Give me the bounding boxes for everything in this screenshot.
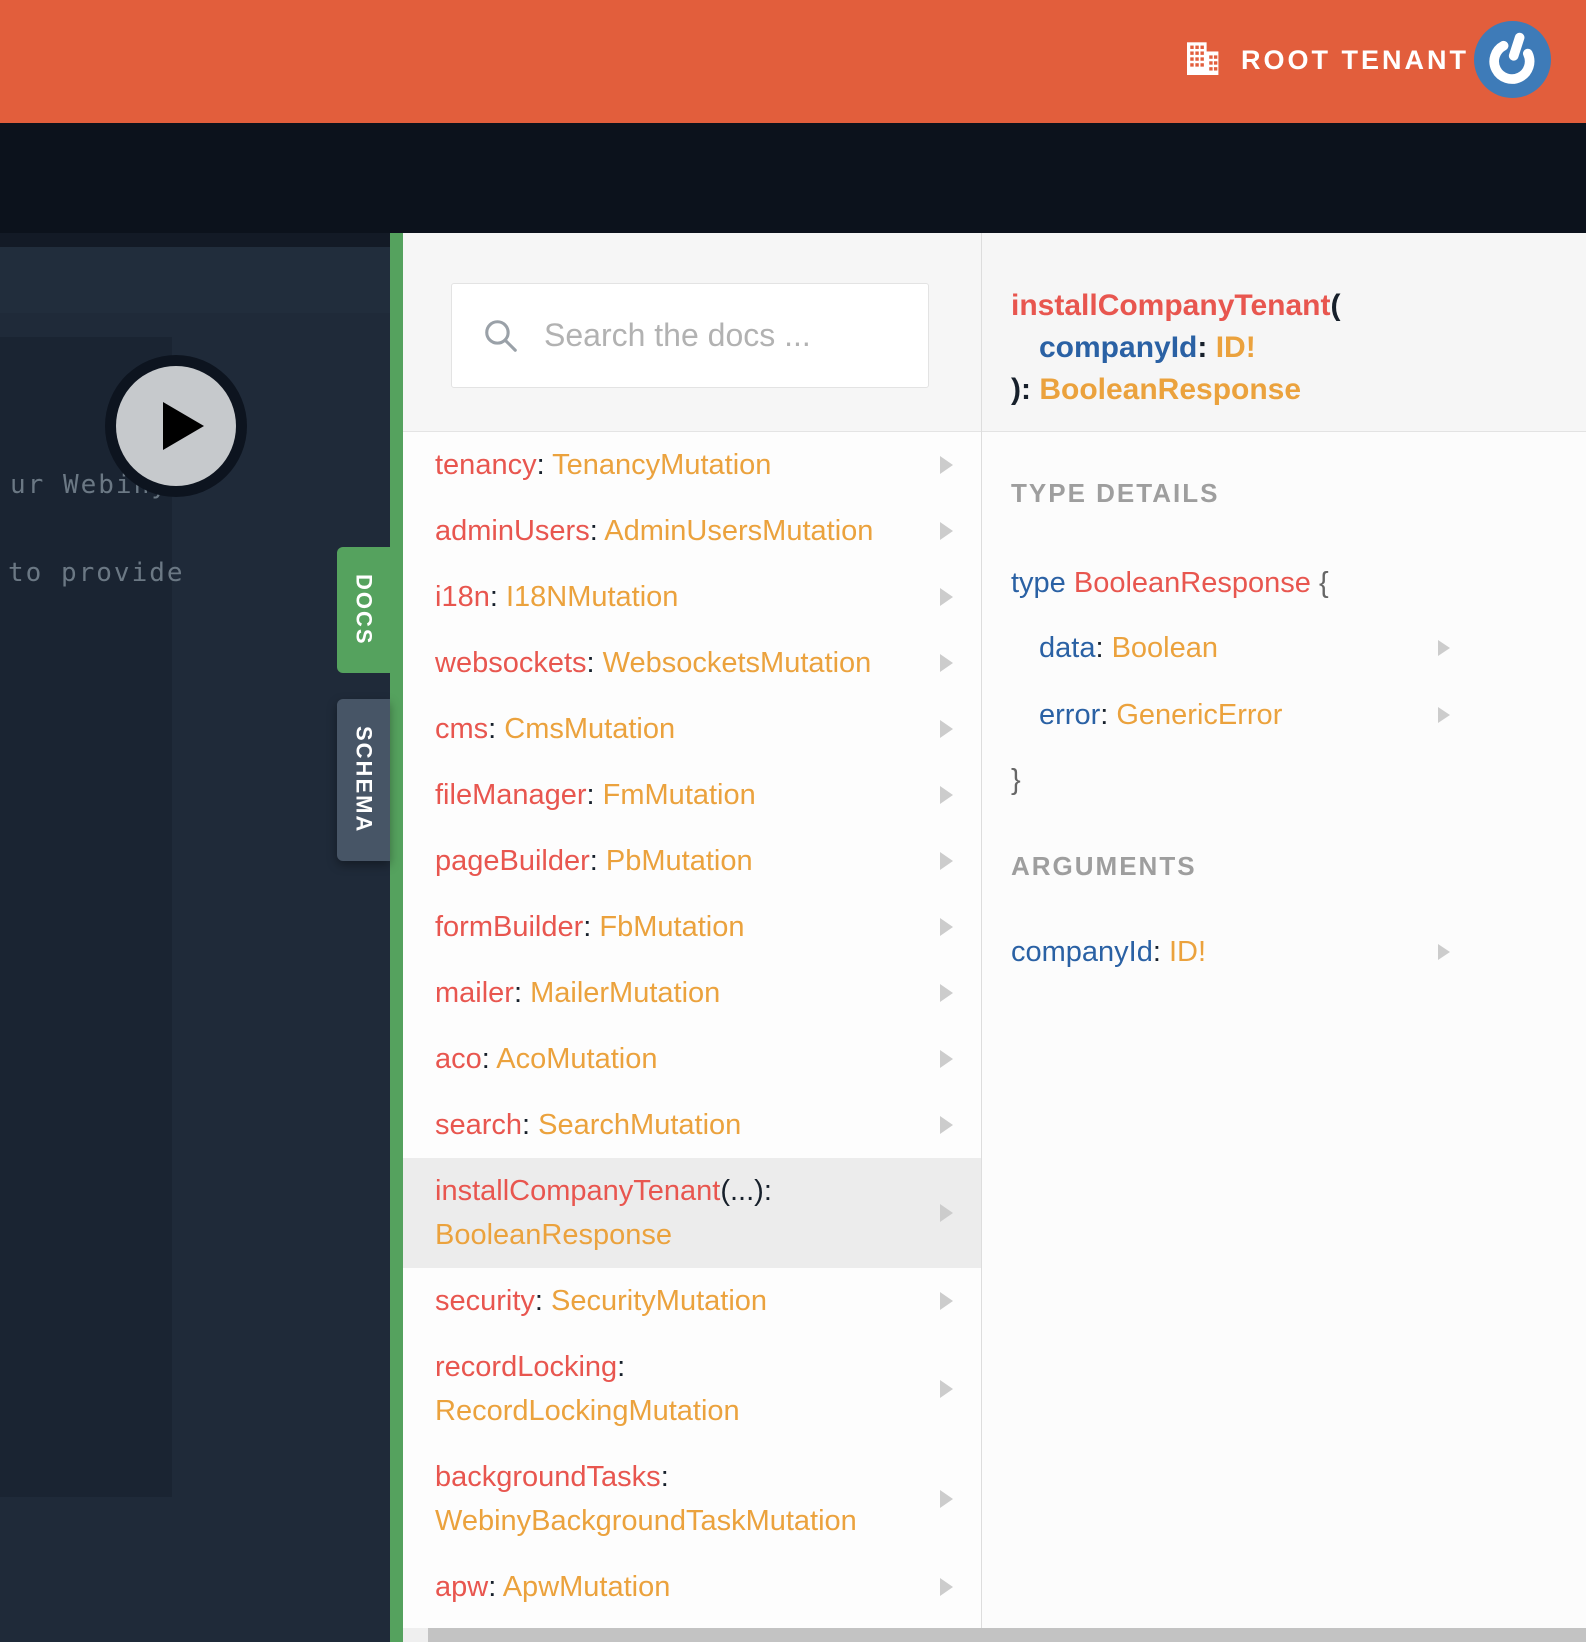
editor-top-strip bbox=[0, 233, 390, 247]
query-pane[interactable] bbox=[0, 337, 172, 1497]
chevron-right-icon[interactable] bbox=[940, 1050, 953, 1068]
docs-field-list: tenancy: TenancyMutation adminUsers: Admi… bbox=[403, 432, 981, 1620]
docs-list-item-security[interactable]: security: SecurityMutation bbox=[403, 1268, 981, 1334]
docs-list-item-mailer[interactable]: mailer: MailerMutation bbox=[403, 960, 981, 1026]
docs-list-item-search[interactable]: search: SearchMutation bbox=[403, 1092, 981, 1158]
docs-list-item-aco[interactable]: aco: AcoMutation bbox=[403, 1026, 981, 1092]
docs-list-item-recordLocking[interactable]: recordLocking: RecordLockingMutation bbox=[403, 1334, 981, 1444]
tab-bar: adless CMS - Preview API + bbox=[0, 123, 1586, 356]
chevron-right-icon[interactable] bbox=[1438, 707, 1450, 723]
docs-list-item-adminUsers[interactable]: adminUsers: AdminUsersMutation bbox=[403, 498, 981, 564]
horizontal-scrollbar-thumb[interactable] bbox=[428, 1628, 1586, 1642]
building-icon bbox=[1185, 41, 1223, 80]
type-field-row[interactable]: error: GenericError bbox=[982, 698, 1586, 732]
play-button-circle bbox=[116, 366, 236, 486]
docs-list-item-pageBuilder[interactable]: pageBuilder: PbMutation bbox=[403, 828, 981, 894]
chevron-right-icon[interactable] bbox=[940, 1578, 953, 1596]
docs-list-item-tenancy[interactable]: tenancy: TenancyMutation bbox=[403, 432, 981, 498]
docs-search-box[interactable] bbox=[451, 283, 966, 388]
execute-query-button[interactable] bbox=[105, 355, 247, 497]
chevron-right-icon[interactable] bbox=[1438, 640, 1450, 656]
chevron-right-icon[interactable] bbox=[940, 522, 953, 540]
chevron-right-icon[interactable] bbox=[940, 456, 953, 474]
chevron-right-icon[interactable] bbox=[940, 588, 953, 606]
docs-list-item-installCompanyTenant[interactable]: installCompanyTenant(...): BooleanRespon… bbox=[403, 1158, 981, 1268]
user-avatar[interactable] bbox=[1474, 21, 1551, 98]
docs-list-item-formBuilder[interactable]: formBuilder: FbMutation bbox=[403, 894, 981, 960]
arguments-header: ARGUMENTS bbox=[1011, 851, 1197, 881]
docs-list-item-fileManager[interactable]: fileManager: FmMutation bbox=[403, 762, 981, 828]
docs-search-input[interactable] bbox=[542, 316, 966, 355]
signature-line: installCompanyTenant( bbox=[1011, 289, 1341, 322]
chevron-right-icon[interactable] bbox=[940, 1292, 953, 1310]
chevron-right-icon[interactable] bbox=[940, 786, 953, 804]
tab-docs[interactable]: DOCS bbox=[337, 547, 390, 673]
tab-schema[interactable]: SCHEMA bbox=[337, 699, 390, 861]
play-icon bbox=[163, 402, 204, 450]
chevron-right-icon[interactable] bbox=[940, 1490, 953, 1508]
docs-list-item-backgroundTasks[interactable]: backgroundTasks: WebinyBackgroundTaskMut… bbox=[403, 1444, 981, 1554]
search-icon bbox=[485, 319, 517, 352]
type-field-row[interactable]: data: Boolean bbox=[982, 631, 1586, 665]
docs-panel: tenancy: TenancyMutationadminUsers: Admi… bbox=[403, 233, 981, 1642]
field-signature-section: installCompanyTenant( companyId: ID! ): Bo… bbox=[982, 233, 1586, 432]
tenant-switcher[interactable]: ROOT TENANT bbox=[1185, 30, 1469, 90]
chevron-right-icon[interactable] bbox=[940, 984, 953, 1002]
chevron-right-icon[interactable] bbox=[940, 852, 953, 870]
docs-panel-accent-bar bbox=[390, 233, 403, 1642]
docs-list-item-apw[interactable]: apw: ApwMutation bbox=[403, 1554, 981, 1620]
chevron-right-icon[interactable] bbox=[940, 918, 953, 936]
horizontal-scrollbar bbox=[403, 1628, 1586, 1642]
docs-search-section bbox=[403, 233, 981, 432]
tenant-label: ROOT TENANT bbox=[1241, 44, 1469, 75]
docs-list-item-websockets[interactable]: websockets: WebsocketsMutation bbox=[403, 630, 981, 696]
chevron-right-icon[interactable] bbox=[940, 1380, 953, 1398]
query-editor-area[interactable]: ur Webiny to provide bbox=[0, 233, 390, 1642]
app-header: ROOT TENANT bbox=[0, 0, 1586, 123]
chevron-right-icon[interactable] bbox=[1438, 944, 1450, 960]
type-details-header: TYPE DETAILS bbox=[1011, 478, 1220, 508]
editor-toolbar-band bbox=[0, 247, 390, 313]
field-detail-panel: installCompanyTenant( companyId: ID! ): Bo… bbox=[981, 233, 1586, 1642]
signature-line: ): BooleanResponse bbox=[1011, 373, 1302, 406]
type-declaration-line: type BooleanResponse { bbox=[1011, 567, 1329, 599]
docs-list-item-cms[interactable]: cms: CmsMutation bbox=[403, 696, 981, 762]
code-line: to provide bbox=[8, 558, 185, 588]
graphql-playground-window: ROOT TENANT adless CMS - Preview API + bbox=[0, 0, 1586, 1642]
chevron-right-icon[interactable] bbox=[940, 1204, 953, 1222]
type-close-line: } bbox=[1011, 764, 1021, 796]
docs-list-item-i18n[interactable]: i18n: I18NMutation bbox=[403, 564, 981, 630]
chevron-right-icon[interactable] bbox=[940, 720, 953, 738]
chevron-right-icon[interactable] bbox=[940, 1116, 953, 1134]
argument-row[interactable]: companyId: ID! bbox=[982, 935, 1586, 969]
chevron-right-icon[interactable] bbox=[940, 654, 953, 672]
signature-line: companyId: ID! bbox=[1039, 331, 1256, 364]
